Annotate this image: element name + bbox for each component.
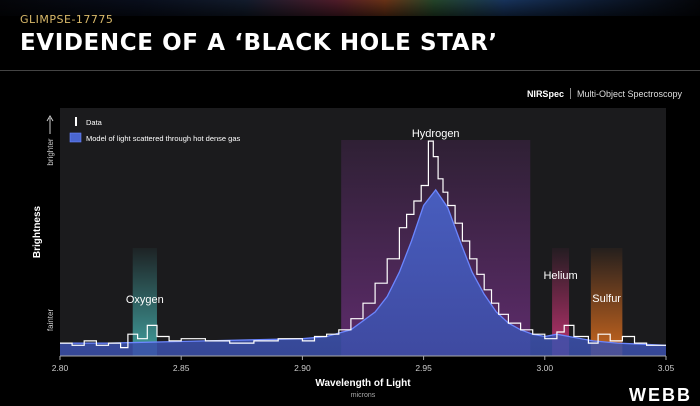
x-tick-label: 3.05	[658, 363, 675, 373]
y-bottom-group: fainter	[46, 309, 55, 332]
webb-logo: WEBB	[629, 385, 692, 405]
x-tick-label: 2.80	[52, 363, 69, 373]
x-axis-unit: microns	[351, 392, 376, 399]
y-bottom-label: fainter	[46, 309, 55, 332]
x-tick-label: 2.95	[415, 363, 432, 373]
label-sulfur: Sulfur	[592, 293, 621, 305]
legend-model-swatch	[69, 132, 82, 143]
legend-data-label: Data	[86, 118, 103, 127]
x-tick-label: 3.00	[537, 363, 554, 373]
legend-model-label: Model of light scattered through hot den…	[86, 134, 241, 143]
label-oxygen: Oxygen	[126, 294, 164, 306]
y-axis-title-group: Brightness	[32, 205, 43, 258]
y-top-group: brighter	[46, 138, 55, 165]
x-tick-label: 2.90	[294, 363, 311, 373]
y-axis-title: Brightness	[32, 205, 43, 258]
label-helium: Helium	[543, 270, 577, 282]
label-hydrogen: Hydrogen	[412, 128, 460, 140]
x-axis-title: Wavelength of Light	[315, 378, 411, 389]
spectrum-chart: Oxygen Hydrogen Helium Sulfur 2.80 2.85 2.90 2…	[32, 108, 675, 399]
x-tick-label: 2.85	[173, 363, 190, 373]
y-top-label: brighter	[46, 138, 55, 165]
